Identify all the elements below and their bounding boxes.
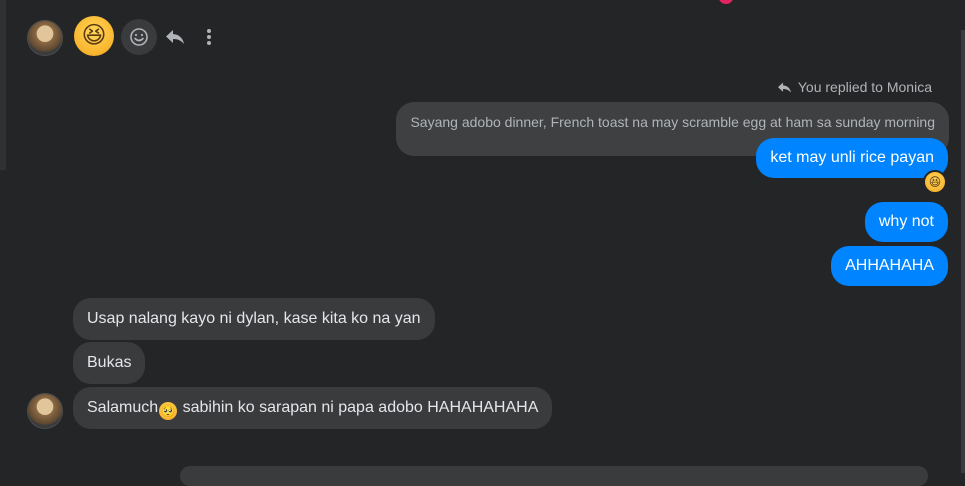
incoming-message[interactable]: Bukas	[73, 342, 146, 384]
outgoing-message[interactable]: why not	[864, 202, 948, 242]
outgoing-message[interactable]: AHHAHAHA	[831, 246, 948, 286]
scrollbar[interactable]	[961, 30, 965, 473]
sender-avatar[interactable]	[27, 393, 63, 429]
incoming-message[interactable]: Usap nalang kayo ni dylan, kase kita ko …	[73, 298, 435, 340]
incoming-message[interactable]: Salamuch 🥺 sabihin ko sarapan ni papa ado…	[73, 387, 553, 429]
message-reaction-badge[interactable]: 😆	[923, 170, 947, 194]
reply-context-text: You replied to Monica	[797, 79, 932, 95]
reply-context-label: You replied to Monica	[777, 79, 932, 95]
reply-icon	[166, 30, 184, 44]
message-composer[interactable]	[180, 466, 928, 486]
reply-icon	[777, 81, 791, 93]
pleading-face-icon: 🥺	[159, 402, 178, 420]
message-text: Salamuch	[87, 399, 159, 416]
more-icon	[207, 29, 211, 45]
message-text: sabihin ko sarapan ni papa adobo HAHAHAH…	[178, 399, 539, 416]
smile-icon	[130, 28, 148, 46]
react-button[interactable]	[121, 19, 157, 55]
notification-dot	[719, 0, 733, 4]
avatar[interactable]	[27, 20, 63, 56]
outgoing-message[interactable]: ket may unli rice payan	[756, 138, 948, 178]
laughing-emoji-icon[interactable]: 😆	[74, 16, 114, 56]
more-options-button[interactable]	[195, 22, 223, 52]
reply-button[interactable]	[160, 22, 190, 52]
left-scroll-edge	[0, 0, 6, 170]
